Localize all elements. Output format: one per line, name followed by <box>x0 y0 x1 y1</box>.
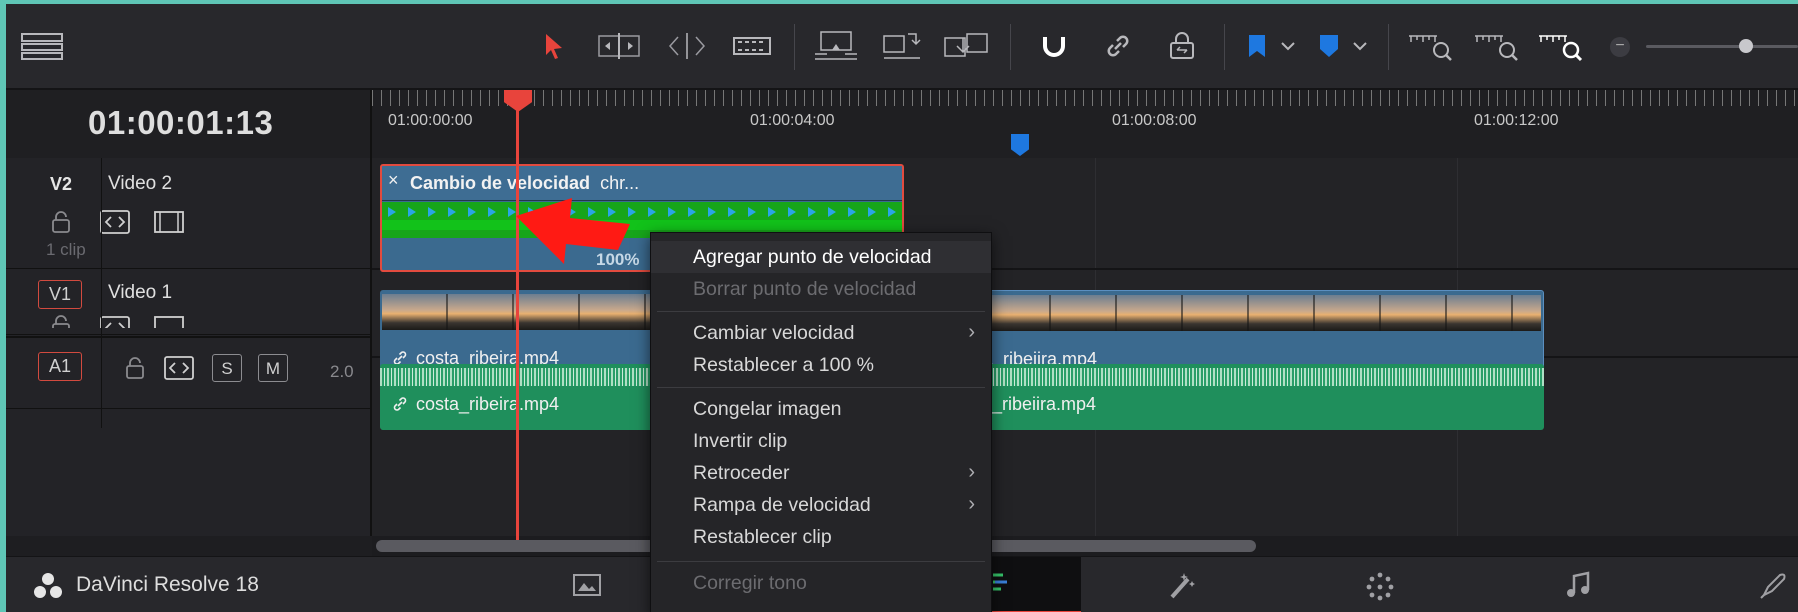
audio-channel-format: 2.0 <box>330 362 354 381</box>
track-clip-count: 1 clip <box>46 240 86 259</box>
menu-item-freeze-frame[interactable]: Congelar imagen <box>651 393 991 425</box>
media-page-icon[interactable] <box>572 571 602 602</box>
marker-icon[interactable] <box>1314 26 1344 66</box>
auto-select-icon[interactable] <box>100 210 130 239</box>
timeline-toolbar: − <box>6 4 1798 90</box>
menu-item-pitch-correction: Corregir tono <box>693 572 807 594</box>
ruler-ticks <box>372 90 1798 106</box>
playhead[interactable] <box>516 92 519 540</box>
clip-filename: a_ribeiira.mp4 <box>982 394 1097 414</box>
flag-icon[interactable] <box>1242 26 1272 66</box>
track-header-v2: V2 Video 2 1 clip <box>6 158 370 269</box>
track-headers: V2 Video 2 1 clip V1 Video 1 A1 S M 2.0 <box>6 158 372 536</box>
clip-thumbnails <box>985 295 1541 331</box>
track-output-icon[interactable] <box>154 211 184 238</box>
resolve-window: − 01:00:01:13 01:00:00:00 01:00:04:00 01… <box>6 4 1798 612</box>
track-lock-icon[interactable] <box>50 210 72 239</box>
edit-page-icon <box>993 573 1007 591</box>
ruler-label: 01:00:04:00 <box>750 112 835 129</box>
menu-item-change-speed[interactable]: Cambiar velocidad › <box>651 317 991 349</box>
track-id-v2: V2 <box>50 174 73 194</box>
auto-select-icon[interactable] <box>100 316 130 328</box>
app-name: DaVinci Resolve 18 <box>76 573 259 596</box>
link-icon <box>393 397 407 411</box>
menu-item-reset-clip[interactable]: Restablecer clip <box>651 521 991 553</box>
track-lock-icon[interactable] <box>50 314 72 328</box>
menu-item-delete-speed-point: Borrar punto de velocidad <box>693 278 917 300</box>
insert-clip-icon[interactable] <box>812 26 860 66</box>
snapping-magnet-icon[interactable] <box>1034 26 1074 66</box>
zoom-out-icon[interactable]: − <box>1610 37 1630 57</box>
clip-title: Cambio de velocidad chr... <box>410 173 640 193</box>
clip-context-menu: Agregar punto de velocidad Borrar punto … <box>650 232 992 612</box>
ruler-label: 01:00:12:00 <box>1474 112 1559 129</box>
menu-item-add-speed-point[interactable]: Agregar punto de velocidad <box>651 241 991 273</box>
track-header-a1: A1 S M 2.0 <box>6 336 370 409</box>
marker-dropdown-icon[interactable] <box>1348 26 1372 66</box>
timeline-ruler[interactable]: 01:00:00:00 01:00:04:00 01:00:08:00 01:0… <box>372 90 1798 158</box>
submenu-chevron-icon: › <box>968 493 975 515</box>
blade-tool-icon[interactable] <box>730 26 774 66</box>
replace-clip-icon[interactable] <box>942 26 992 66</box>
custom-zoom-icon[interactable] <box>1536 26 1584 66</box>
red-arrow-icon <box>514 194 634 271</box>
track-output-icon[interactable] <box>154 316 184 328</box>
layout-options-icon[interactable] <box>20 26 64 66</box>
fusion-page-icon[interactable] <box>1166 571 1198 606</box>
color-page-icon[interactable] <box>1364 571 1396 606</box>
full-extent-zoom-icon[interactable] <box>1406 26 1454 66</box>
timecode-display[interactable]: 01:00:01:13 <box>88 104 273 142</box>
detail-zoom-icon[interactable] <box>1472 26 1520 66</box>
clip-video-right[interactable]: a_ribeiira.mp4 <box>982 290 1544 372</box>
track-name-v2[interactable]: Video 2 <box>108 173 172 195</box>
davinci-logo-icon <box>32 571 64 606</box>
solo-button[interactable]: S <box>212 354 242 382</box>
menu-item-speed-ramp[interactable]: Rampa de velocidad › <box>651 489 991 521</box>
track-header-v1: V1 Video 1 <box>6 270 370 335</box>
ruler-label: 01:00:08:00 <box>1112 112 1197 129</box>
submenu-chevron-icon: › <box>968 461 975 483</box>
menu-item-reverse-clip[interactable]: Invertir clip <box>651 425 991 457</box>
submenu-chevron-icon: › <box>968 321 975 343</box>
timecode-panel: 01:00:01:13 <box>6 90 372 158</box>
overwrite-clip-icon[interactable] <box>880 26 924 66</box>
auto-select-icon[interactable] <box>164 356 194 385</box>
track-name-v1[interactable]: Video 1 <box>108 282 172 304</box>
fairlight-page-icon[interactable] <box>1564 571 1592 604</box>
linked-selection-icon[interactable] <box>1098 26 1138 66</box>
clip-audio-right[interactable]: a_ribeiira.mp4 <box>982 364 1544 430</box>
flag-dropdown-icon[interactable] <box>1276 26 1300 66</box>
audio-waveform <box>982 368 1544 386</box>
trim-edit-icon[interactable] <box>594 26 644 66</box>
zoom-slider-track[interactable] <box>1646 45 1798 48</box>
track-lock-icon[interactable] <box>124 356 146 385</box>
zoom-slider-handle[interactable] <box>1739 39 1753 53</box>
close-icon[interactable]: × <box>388 170 399 191</box>
ruler-label: 01:00:00:00 <box>388 112 473 129</box>
dynamic-trim-icon[interactable] <box>662 26 712 66</box>
deliver-page-icon[interactable] <box>1758 571 1788 606</box>
position-lock-icon[interactable] <box>1162 26 1202 66</box>
track-id-v1[interactable]: V1 <box>38 280 83 309</box>
menu-item-reset-100[interactable]: Restablecer a 100 % <box>651 349 991 381</box>
track-id-a1[interactable]: A1 <box>38 352 83 381</box>
clip-filename: costa_ribeira.mp4 <box>392 394 559 415</box>
mute-button[interactable]: M <box>258 354 288 382</box>
selection-tool-icon[interactable] <box>536 26 572 66</box>
menu-item-rewind[interactable]: Retroceder › <box>651 457 991 489</box>
